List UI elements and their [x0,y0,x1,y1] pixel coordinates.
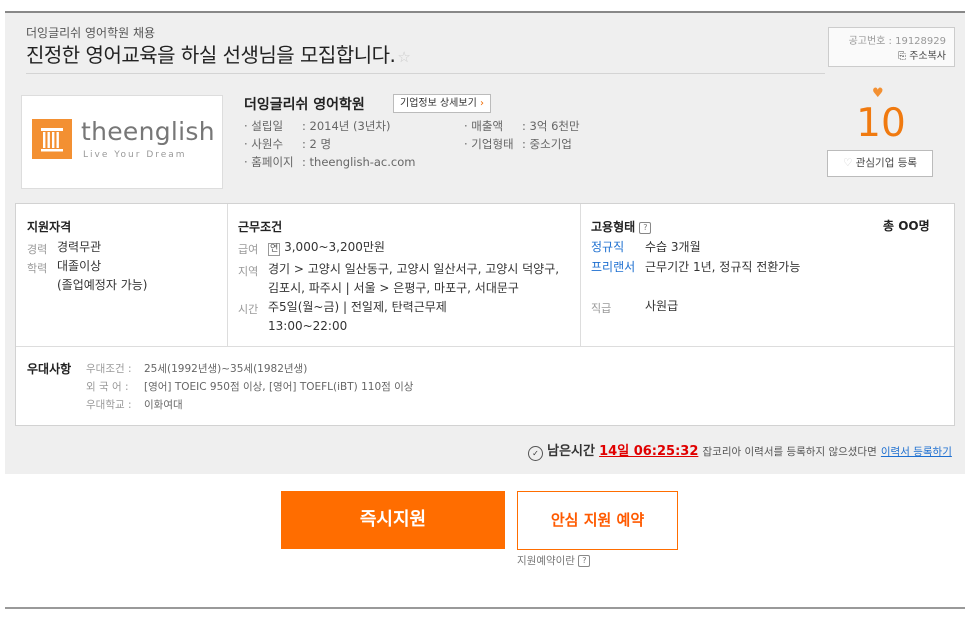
copy-address-button[interactable]: ⎘ 주소복사 [898,47,946,62]
preference-row: 우대학교 : 이화여대 [86,397,183,412]
employment-type-freelancer-desc: 근무기간 1년, 정규직 전환가능 [645,260,801,274]
favorite-company-button[interactable]: ♡ 관심기업 등록 [827,150,933,177]
preference-row: 우대조건 : 25세(1992년생)~35세(1982년생) [86,361,307,376]
employment-type-regular-desc: 수습 3개월 [645,240,701,254]
salary-value: 연 3,000~3,200만원 [268,238,385,257]
remaining-time: ✓ 남은시간 14일 06:25:32 잡코리아 이력서를 등록하지 않으셨다면… [528,440,952,461]
salary-label: 급여 [238,243,259,256]
career-value: 경력무관 [57,240,102,254]
rank-label: 직급 [591,302,612,315]
star-icon[interactable]: ☆ [397,48,410,66]
employment-title: 고용형태 ? [591,218,652,235]
divider [227,204,228,346]
job-summary-grid: 지원자격 경력 경력무관 학력 대졸이상 (졸업예정자 가능) 근무조건 급여 … [15,203,955,426]
title-text: 진정한 영어교육을 하실 선생님을 모집합니다. [26,43,396,67]
ad-number: 공고번호 : 19128929 [848,36,946,47]
info-homepage[interactable]: · 홈페이지 : theenglish-ac.com [244,154,415,170]
divider [26,73,825,74]
chevron-right-icon: › [479,98,484,109]
preference-title: 우대사항 [27,362,72,376]
divider [16,346,954,347]
qualification-title: 지원자격 [27,220,72,234]
preference-value: 25세(1992년생)~35세(1982년생) [144,363,308,375]
info-value[interactable]: : theenglish-ac.com [302,155,415,169]
time-label: 시간 [238,303,259,316]
reserve-help-label: 지원예약이란 [517,555,575,567]
preference-value: 이화여대 [144,399,183,411]
info-company-type: · 기업형태 : 중소기업 [464,136,572,152]
remaining-time-value: 14일 06:25:32 [599,444,699,459]
career-label: 경력 [27,243,48,256]
region-value: 경기 > 고양시 일산동구, 고양시 일산서구, 고양시 덕양구, 김포시, 파… [268,262,560,295]
employment-type-regular[interactable]: 정규직 [591,238,624,257]
rank-value: 사원급 [645,299,679,313]
logo-wordmark: theenglish [81,117,215,146]
remaining-time-label: 남은시간 [547,444,595,459]
info-label: · 홈페이지 [244,155,294,169]
info-value: : 2014년 (3년차) [302,119,391,133]
copy-icon: ⎘ [898,51,906,62]
education-note: (졸업예정자 가능) [57,278,148,292]
info-employees: · 사원수 : 2 명 [244,136,331,152]
info-label: · 사원수 [244,137,284,151]
preference-label: 우대조건 : [86,363,132,375]
salary-type-badge: 연 [268,243,281,256]
employment-title-text: 고용형태 [591,220,636,234]
education-value: 대졸이상 [57,259,102,273]
clock-icon: ✓ [528,446,543,461]
page-title: 진정한 영어교육을 하실 선생님을 모집합니다. ☆ [26,39,411,68]
preference-label: 우대학교 : [86,399,132,411]
divider [5,607,965,609]
info-label: · 설립일 [244,119,284,133]
time-hours: 13:00~22:00 [268,319,348,333]
info-label: · 매출액 [464,119,504,133]
copy-address-label: 주소복사 [909,51,946,62]
conditions-title: 근무조건 [238,220,283,234]
info-value: : 중소기업 [522,137,572,151]
register-resume-link[interactable]: 이력서 등록하기 [881,446,952,458]
salary-text: 3,000~3,200만원 [284,240,385,254]
reserve-help[interactable]: 지원예약이란 ? [517,553,591,568]
region-label: 지역 [238,265,259,278]
ad-info-box: 공고번호 : 19128929 ⎘ 주소복사 [828,27,955,67]
company-detail-label: 기업정보 상세보기 [400,98,477,109]
favorite-count: 10 [856,101,906,146]
preference-row: 외 국 어 : [영어] TOEIC 950점 이상, [영어] TOEFL(iB… [86,379,413,394]
divider [580,204,581,346]
help-icon[interactable]: ? [639,222,652,234]
time-value: 주5일(월~금) | 전일제, 탄력근무제 [268,300,447,314]
info-label: · 기업형태 [464,137,514,151]
info-revenue: · 매출액 : 3억 6천만 [464,118,580,134]
headcount: 총 OO명 [883,219,930,233]
heart-outline-icon: ♡ [842,157,853,169]
heart-icon: ♥ [872,86,884,101]
reserve-apply-button[interactable]: 안심 지원 예약 [517,491,678,550]
info-founded: · 설립일 : 2014년 (3년차) [244,118,390,134]
info-value: : 2 명 [302,137,332,151]
company-detail-button[interactable]: 기업정보 상세보기 › [393,94,491,113]
logo-slogan: Live Your Dream [83,150,187,160]
apply-now-button[interactable]: 즉시지원 [281,491,505,549]
preference-value: [영어] TOEIC 950점 이상, [영어] TOEFL(iBT) 110점… [144,381,414,393]
resume-note: 잡코리아 이력서를 등록하지 않으셨다면 [702,446,877,458]
employment-type-freelancer[interactable]: 프리랜서 [591,258,635,277]
logo-pillar-icon [32,119,72,159]
favorite-company-label: 관심기업 등록 [855,157,918,169]
preference-label: 외 국 어 : [86,381,129,393]
company-name[interactable]: 더잉글리쉬 영어학원 [244,94,365,114]
help-icon[interactable]: ? [578,555,591,567]
education-label: 학력 [27,262,48,275]
info-value: : 3억 6천만 [522,119,580,133]
company-logo[interactable]: theenglish Live Your Dream [21,95,223,189]
